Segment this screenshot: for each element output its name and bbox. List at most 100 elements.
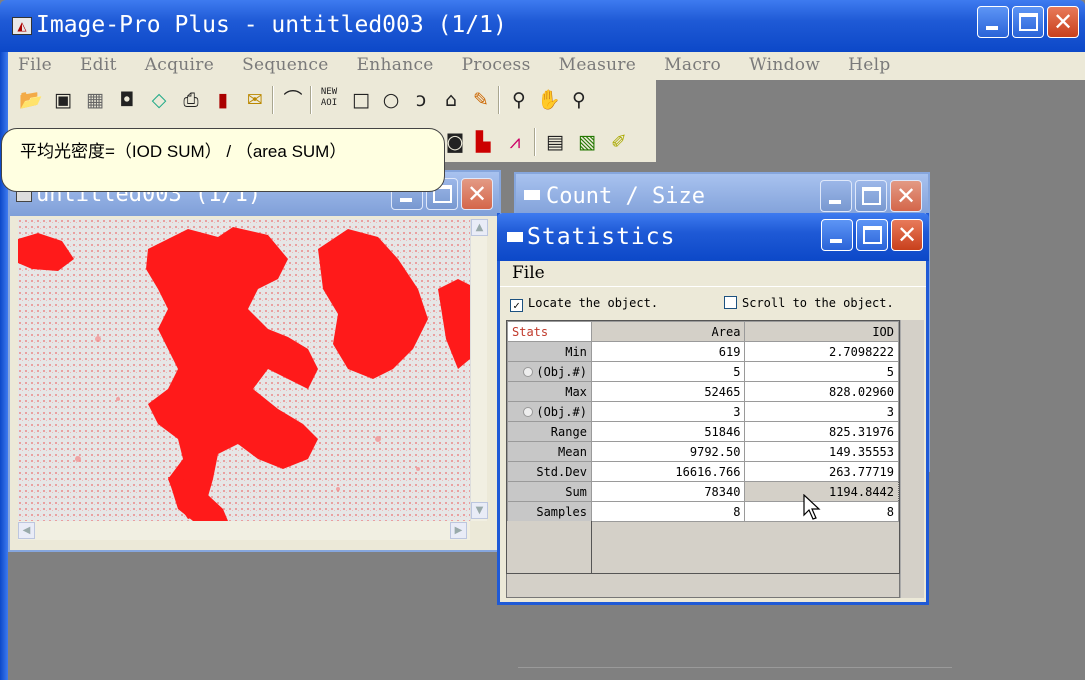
- acquire-icon[interactable]: ◇: [146, 87, 172, 113]
- table-row[interactable]: Range 51846 825.31976: [507, 421, 899, 442]
- pan-hand-icon[interactable]: ✋: [536, 87, 562, 113]
- area-cell[interactable]: 78340: [590, 481, 746, 502]
- area-cell[interactable]: 3: [590, 401, 746, 422]
- table-row[interactable]: Max 52465 828.02960: [507, 381, 899, 402]
- locate-object-check-icon[interactable]: ✓: [510, 299, 523, 312]
- row-label[interactable]: Max: [507, 381, 592, 402]
- header-iod[interactable]: IOD: [744, 321, 899, 342]
- menu-window[interactable]: Window: [749, 55, 820, 75]
- statistics-horizontal-scrollbar[interactable]: [506, 574, 900, 598]
- image-vertical-scrollbar[interactable]: ▲ ▼: [470, 219, 488, 521]
- area-cell[interactable]: 9792.50: [590, 441, 746, 462]
- app-logo-icon[interactable]: ◭: [12, 17, 32, 35]
- image-horizontal-scrollbar[interactable]: ◀ ▶: [18, 521, 470, 540]
- scroll-object-checkbox[interactable]: Scroll to the object.: [724, 296, 894, 310]
- header-area[interactable]: Area: [590, 321, 746, 342]
- menu-measure[interactable]: Measure: [559, 55, 637, 75]
- save-icon[interactable]: ▣: [50, 87, 76, 113]
- app-minimize-button[interactable]: [977, 6, 1009, 38]
- menu-enhance[interactable]: Enhance: [357, 55, 434, 75]
- area-cell[interactable]: 5: [590, 361, 746, 382]
- iod-cell[interactable]: 2.7098222: [744, 341, 899, 362]
- menu-help[interactable]: Help: [848, 55, 890, 75]
- count-size-titlebar[interactable]: Count / Size ✕: [516, 174, 928, 218]
- row-label[interactable]: (Obj.#): [507, 361, 592, 382]
- segmented-image[interactable]: [18, 219, 470, 521]
- scroll-left-arrow-icon[interactable]: ◀: [18, 522, 35, 539]
- measurement-icon[interactable]: ▧: [574, 129, 600, 155]
- locate-object-icon[interactable]: [523, 406, 534, 417]
- statistics-maximize-button[interactable]: [856, 219, 888, 251]
- edit-measure-icon[interactable]: ✐: [606, 129, 632, 155]
- table-row[interactable]: Mean 9792.50 149.35553: [507, 441, 899, 462]
- statistics-menu-file[interactable]: File: [512, 263, 545, 283]
- statistics-close-button[interactable]: ✕: [891, 219, 923, 251]
- menu-process[interactable]: Process: [462, 55, 531, 75]
- count-size-minimize-button[interactable]: [820, 180, 852, 212]
- area-cell[interactable]: 51846: [590, 421, 746, 442]
- line-profile-icon[interactable]: ⩘: [502, 129, 528, 155]
- menu-file[interactable]: File: [18, 55, 52, 75]
- iod-cell[interactable]: 263.77719: [744, 461, 899, 482]
- table-row[interactable]: Sum 78340 1194.8442: [507, 481, 899, 502]
- table-row[interactable]: (Obj.#) 3 3: [507, 401, 899, 422]
- scroll-object-check-box[interactable]: [724, 296, 737, 309]
- magic-wand-icon[interactable]: ✎: [468, 87, 494, 113]
- iod-cell[interactable]: 828.02960: [744, 381, 899, 402]
- count-size-icon[interactable]: ▤: [542, 129, 568, 155]
- locate-object-checkbox[interactable]: ✓ Locate the object.: [510, 296, 658, 312]
- print-icon[interactable]: ⎙: [178, 87, 204, 113]
- camera-icon[interactable]: ◘: [114, 87, 140, 113]
- scroll-down-arrow-icon[interactable]: ▼: [471, 502, 488, 519]
- row-label[interactable]: Range: [507, 421, 592, 442]
- row-label[interactable]: Sum: [507, 481, 592, 502]
- row-label[interactable]: Std.Dev: [507, 461, 592, 482]
- menu-edit[interactable]: Edit: [80, 55, 117, 75]
- table-row[interactable]: Std.Dev 16616.766 263.77719: [507, 461, 899, 482]
- image-window[interactable]: untitled003 (1/1) ✕ ▲ ▼ ◀ ▶: [8, 170, 501, 552]
- grid-icon[interactable]: ▦: [82, 87, 108, 113]
- statistics-minimize-button[interactable]: [821, 219, 853, 251]
- row-label[interactable]: Samples: [507, 501, 592, 522]
- iod-cell[interactable]: 149.35553: [744, 441, 899, 462]
- app-maximize-button[interactable]: [1012, 6, 1044, 38]
- row-label[interactable]: Mean: [507, 441, 592, 462]
- app-close-button[interactable]: ✕: [1047, 6, 1079, 38]
- histogram-icon[interactable]: ▙: [470, 129, 496, 155]
- menu-macro[interactable]: Macro: [664, 55, 721, 75]
- ellipse-aoi-icon[interactable]: ○: [378, 87, 404, 113]
- polygon-aoi-icon[interactable]: ⌂: [438, 87, 464, 113]
- locate-object-icon[interactable]: [523, 366, 534, 377]
- snap-icon[interactable]: ◙: [442, 129, 468, 155]
- table-row[interactable]: Min 619 2.7098222: [507, 341, 899, 362]
- irregular-aoi-icon[interactable]: ↄ: [408, 87, 434, 113]
- undo-icon[interactable]: ⌒: [280, 87, 306, 113]
- statistics-grid[interactable]: Stats Area IOD Min 619 2.7098222 (Obj.#) 5 5 M…: [506, 320, 900, 574]
- mail-icon[interactable]: ✉: [242, 87, 268, 113]
- statistics-window[interactable]: Statistics ✕ File ✓ Locate the object. Sc…: [497, 213, 929, 605]
- app-titlebar[interactable]: ◭ Image-Pro Plus - untitled003 (1/1) ✕: [0, 0, 1085, 52]
- area-cell[interactable]: 16616.766: [590, 461, 746, 482]
- new-aoi-button[interactable]: NEW AOI: [316, 87, 342, 113]
- count-size-maximize-button[interactable]: [855, 180, 887, 212]
- area-cell[interactable]: 8: [590, 501, 746, 522]
- zoom-select-icon[interactable]: ⚲: [566, 87, 592, 113]
- rectangle-aoi-icon[interactable]: □: [348, 87, 374, 113]
- iod-cell[interactable]: 825.31976: [744, 421, 899, 442]
- scroll-up-arrow-icon[interactable]: ▲: [471, 219, 488, 236]
- menu-acquire[interactable]: Acquire: [145, 55, 214, 75]
- scroll-right-arrow-icon[interactable]: ▶: [450, 522, 467, 539]
- row-label[interactable]: Min: [507, 341, 592, 362]
- area-cell[interactable]: 52465: [590, 381, 746, 402]
- table-row[interactable]: Samples 8 8: [507, 501, 899, 522]
- table-row[interactable]: (Obj.#) 5 5: [507, 361, 899, 382]
- statistics-titlebar[interactable]: Statistics ✕: [497, 213, 929, 261]
- count-size-close-button[interactable]: ✕: [890, 180, 922, 212]
- zoom-icon[interactable]: ⚲: [506, 87, 532, 113]
- image-close-button[interactable]: ✕: [461, 178, 493, 210]
- iod-cell[interactable]: 5: [744, 361, 899, 382]
- iod-cell[interactable]: 3: [744, 401, 899, 422]
- open-folder-icon[interactable]: 📂: [18, 87, 44, 113]
- database-icon[interactable]: ▮: [210, 87, 236, 113]
- menu-sequence[interactable]: Sequence: [242, 55, 329, 75]
